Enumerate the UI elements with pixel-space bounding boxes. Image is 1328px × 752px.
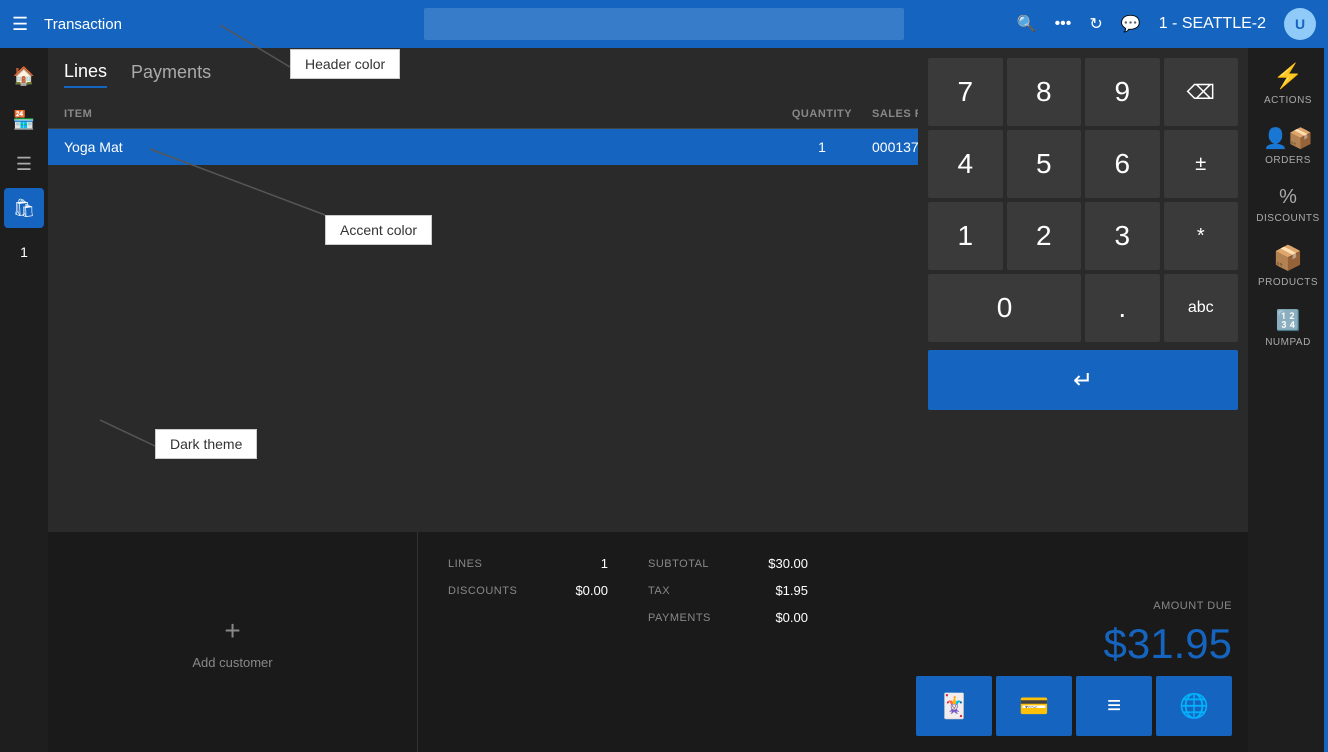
numpad-8[interactable]: 8 (1007, 58, 1082, 126)
search-icon[interactable]: 🔍 (1017, 14, 1037, 34)
user-location: 1 - SEATTLE-2 (1159, 15, 1266, 33)
global-search-input[interactable] (424, 8, 904, 40)
col-header-quantity: QUANTITY (772, 108, 872, 120)
customer-panel: + Add customer (48, 532, 418, 752)
bottom-section: + Add customer LINES 1 DISCOUNTS $0.00 S… (48, 532, 1248, 752)
numpad-7[interactable]: 7 (928, 58, 1003, 126)
numpad-0[interactable]: 0 (928, 274, 1081, 342)
numpad-multiply[interactable]: * (1164, 202, 1239, 270)
numpad-backspace[interactable]: ⌫ (1164, 58, 1239, 126)
sidebar-item-bag[interactable]: 🛍 (4, 188, 44, 228)
left-sidebar: 🏠 🏪 ☰ 🛍 1 (0, 48, 48, 752)
tax-label: TAX (648, 585, 728, 597)
discounts-label: DISCOUNTS (1256, 213, 1319, 224)
top-header: ☰ Transaction 🔍 ••• ↻ 💬 1 - SEATTLE-2 U (0, 0, 1328, 48)
discounts-label: DISCOUNTS (448, 585, 528, 597)
payments-value: $0.00 (748, 610, 808, 625)
numpad-9[interactable]: 9 (1085, 58, 1160, 126)
col-header-item: ITEM (64, 108, 772, 120)
pay-cash-button[interactable]: 🃏 (916, 676, 992, 736)
numpad-3[interactable]: 3 (1085, 202, 1160, 270)
more-options-icon[interactable]: ••• (1055, 15, 1072, 33)
sidebar-item-products[interactable]: 📦 PRODUCTS (1252, 234, 1324, 298)
pay-other-button[interactable]: ≡ (1076, 676, 1152, 736)
pay-online-button[interactable]: 🌐 (1156, 676, 1232, 736)
numpad-4[interactable]: 4 (928, 130, 1003, 198)
row-item-name: Yoga Mat (64, 139, 772, 155)
sidebar-item-menu[interactable]: ☰ (4, 144, 44, 184)
numpad-panel: 7 8 9 ⌫ 4 5 6 ± 1 2 3 * 0 . abc ↵ (918, 48, 1248, 488)
numpad-label: NUMPAD (1265, 337, 1311, 348)
discounts-icon: % (1279, 186, 1297, 209)
sidebar-item-numpad[interactable]: 🔢 NUMPAD (1252, 298, 1324, 358)
numpad-5[interactable]: 5 (1007, 130, 1082, 198)
numpad-1[interactable]: 1 (928, 202, 1003, 270)
sidebar-item-discounts[interactable]: % DISCOUNTS (1252, 176, 1324, 234)
discounts-row: DISCOUNTS $0.00 (448, 583, 608, 598)
sidebar-item-store[interactable]: 🏪 (4, 100, 44, 140)
totals-left-col: LINES 1 DISCOUNTS $0.00 (448, 556, 608, 728)
subtotal-label: SUBTOTAL (648, 558, 728, 570)
orders-label: ORDERS (1265, 155, 1311, 166)
numpad-icon: 🔢 (1276, 308, 1301, 333)
tax-value: $1.95 (748, 583, 808, 598)
pay-card-button[interactable]: 💳 (996, 676, 1072, 736)
numpad-grid: 7 8 9 ⌫ 4 5 6 ± 1 2 3 * 0 . abc ↵ (928, 58, 1238, 410)
tab-payments[interactable]: Payments (131, 62, 211, 87)
payments-row: PAYMENTS $0.00 (648, 610, 808, 625)
numpad-dot[interactable]: . (1085, 274, 1160, 342)
header-right-icons: 🔍 ••• ↻ 💬 1 - SEATTLE-2 U (1017, 8, 1316, 40)
sidebar-item-count: 1 (4, 232, 44, 272)
totals-right-col: SUBTOTAL $30.00 TAX $1.95 PAYMENTS $0.00 (648, 556, 808, 728)
row-quantity: 1 (772, 139, 872, 155)
actions-label: ACTIONS (1264, 95, 1312, 106)
add-customer-label[interactable]: Add customer (192, 655, 272, 670)
sidebar-item-orders[interactable]: 👤📦 ORDERS (1252, 116, 1324, 176)
refresh-icon[interactable]: ↻ (1089, 14, 1102, 34)
tab-lines[interactable]: Lines (64, 61, 107, 88)
user-avatar[interactable]: U (1284, 8, 1316, 40)
sidebar-item-home[interactable]: 🏠 (4, 56, 44, 96)
hamburger-icon[interactable]: ☰ (12, 14, 28, 35)
numpad-abc[interactable]: abc (1164, 274, 1239, 342)
message-icon[interactable]: 💬 (1121, 14, 1141, 34)
numpad-plusminus[interactable]: ± (1164, 130, 1239, 198)
lines-value: 1 (548, 556, 608, 571)
subtotal-row: SUBTOTAL $30.00 (648, 556, 808, 571)
payment-buttons: 🃏 💳 ≡ 🌐 (916, 676, 1232, 736)
sidebar-item-actions[interactable]: ⚡ ACTIONS (1252, 52, 1324, 116)
add-customer-icon: + (224, 615, 240, 647)
discounts-value: $0.00 (548, 583, 608, 598)
numpad-6[interactable]: 6 (1085, 130, 1160, 198)
products-icon: 📦 (1273, 244, 1303, 273)
lines-row: LINES 1 (448, 556, 608, 571)
right-sidebar: ⚡ ACTIONS 👤📦 ORDERS % DISCOUNTS 📦 PRODUC… (1248, 48, 1328, 752)
active-indicator-bar (1324, 48, 1328, 752)
totals-panel: LINES 1 DISCOUNTS $0.00 SUBTOTAL $30.00 … (418, 532, 900, 752)
amount-due-value: $31.95 (1104, 620, 1232, 668)
app-title: Transaction (44, 16, 122, 33)
amount-due-label: AMOUNT DUE (1153, 600, 1232, 612)
products-label: PRODUCTS (1258, 277, 1318, 288)
numpad-enter[interactable]: ↵ (928, 350, 1238, 410)
numpad-2[interactable]: 2 (1007, 202, 1082, 270)
orders-icon: 👤📦 (1263, 126, 1313, 151)
amount-due-panel: AMOUNT DUE $31.95 🃏 💳 ≡ 🌐 (900, 532, 1248, 752)
actions-icon: ⚡ (1273, 62, 1303, 91)
lines-label: LINES (448, 558, 528, 570)
payments-label: PAYMENTS (648, 612, 728, 624)
tax-row: TAX $1.95 (648, 583, 808, 598)
subtotal-value: $30.00 (748, 556, 808, 571)
